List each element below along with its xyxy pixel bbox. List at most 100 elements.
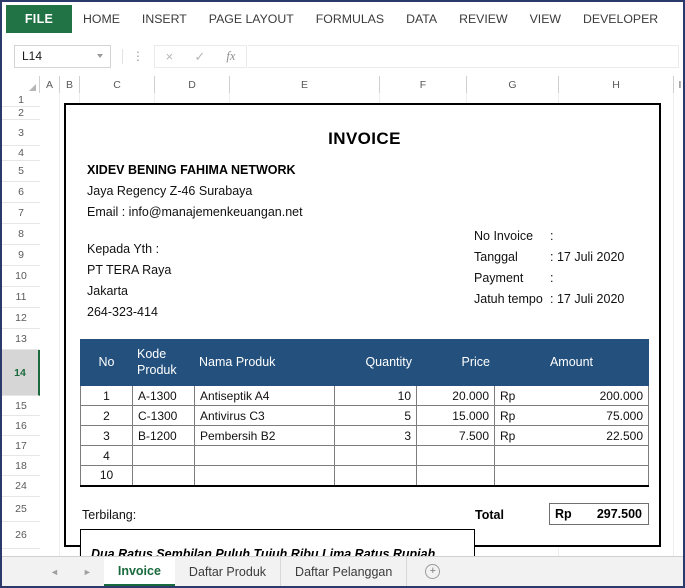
row-header-15[interactable]: 15 — [2, 396, 40, 416]
sheet-tab-daftar-produk[interactable]: Daftar Produk — [175, 557, 282, 586]
col-header-kode-produk[interactable]: Kode Produk — [132, 339, 195, 386]
row-header-6[interactable]: 6 — [2, 182, 40, 203]
table-row[interactable]: 2 C-1300 Antivirus C3 5 15.000 Rp 75.000 — [80, 405, 649, 426]
cell-quantity[interactable]: 3 — [334, 425, 417, 446]
ribbon-tab-file[interactable]: FILE — [6, 5, 72, 33]
ribbon-tab-home[interactable]: HOME — [72, 2, 131, 36]
row-header-10[interactable]: 10 — [2, 266, 40, 287]
cell-no[interactable]: 4 — [80, 445, 133, 466]
cell-kode[interactable]: A-1300 — [132, 385, 195, 406]
next-sheet-icon[interactable]: ► — [71, 567, 104, 577]
cell-kode[interactable]: C-1300 — [132, 405, 195, 426]
cell-currency[interactable]: Rp — [494, 385, 572, 406]
row-header-11[interactable]: 11 — [2, 287, 40, 308]
ribbon-tab-developer[interactable]: DEVELOPER — [572, 2, 669, 36]
row-header-8[interactable]: 8 — [2, 224, 40, 245]
table-row[interactable]: 4 — [80, 445, 649, 466]
total-value-box[interactable]: Rp 297.500 — [549, 503, 649, 525]
more-options-icon[interactable]: ⋮ — [132, 49, 144, 63]
table-row[interactable]: 3 B-1200 Pembersih B2 3 7.500 Rp 22.500 — [80, 425, 649, 446]
cell-nama[interactable]: Antiseptik A4 — [194, 385, 335, 406]
confirm-icon[interactable]: ✓ — [194, 50, 205, 63]
row-header-17[interactable]: 17 — [2, 436, 40, 456]
cell-nama[interactable] — [194, 465, 335, 487]
cell-quantity[interactable]: 5 — [334, 405, 417, 426]
row-header-12[interactable]: 12 — [2, 308, 40, 329]
cell-currency[interactable] — [494, 445, 572, 466]
cell-amount[interactable] — [571, 465, 649, 487]
cell-price[interactable] — [416, 465, 495, 487]
row-header-18[interactable]: 18 — [2, 456, 40, 476]
cell-quantity[interactable] — [334, 465, 417, 487]
row-header-1[interactable]: 1 — [2, 93, 40, 107]
col-header-quantity[interactable]: Quantity — [334, 339, 417, 386]
column-header-h[interactable]: H — [559, 76, 674, 93]
row-header-14[interactable]: 14 — [2, 350, 40, 396]
cell-kode[interactable] — [132, 465, 195, 487]
ribbon-tab-data[interactable]: DATA — [395, 2, 448, 36]
ribbon-tab-review[interactable]: REVIEW — [448, 2, 519, 36]
ribbon-tab-view[interactable]: VIEW — [519, 2, 572, 36]
table-row[interactable]: 1 A-1300 Antiseptik A4 10 20.000 Rp 200.… — [80, 385, 649, 406]
worksheet-grid[interactable]: INVOICE XIDEV BENING FAHIMA NETWORK Jaya… — [40, 93, 683, 557]
cell-currency[interactable]: Rp — [494, 425, 572, 446]
row-header-24[interactable]: 24 — [2, 476, 40, 497]
sheet-tab-daftar-pelanggan[interactable]: Daftar Pelanggan — [281, 557, 408, 586]
cell-quantity[interactable] — [334, 445, 417, 466]
ribbon-tab-insert[interactable]: INSERT — [131, 2, 198, 36]
column-header-e[interactable]: E — [230, 76, 380, 93]
cell-price[interactable]: 15.000 — [416, 405, 495, 426]
row-header-2[interactable]: 2 — [2, 107, 40, 120]
column-header-b[interactable]: B — [60, 76, 80, 93]
column-header-g[interactable]: G — [467, 76, 559, 93]
row-header-9[interactable]: 9 — [2, 245, 40, 266]
cell-price[interactable]: 20.000 — [416, 385, 495, 406]
table-row[interactable]: 10 — [80, 465, 649, 487]
cell-nama[interactable] — [194, 445, 335, 466]
column-header-a[interactable]: A — [40, 76, 60, 93]
prev-sheet-icon[interactable]: ◄ — [38, 567, 71, 577]
cell-no[interactable]: 3 — [80, 425, 133, 446]
col-header-amount[interactable]: Amount — [494, 339, 649, 386]
cell-quantity[interactable]: 10 — [334, 385, 417, 406]
cell-nama[interactable]: Pembersih B2 — [194, 425, 335, 446]
column-header-i[interactable]: I — [674, 76, 683, 93]
row-header-7[interactable]: 7 — [2, 203, 40, 224]
col-header-nama-produk[interactable]: Nama Produk — [194, 339, 335, 386]
column-header-c[interactable]: C — [80, 76, 155, 93]
col-header-no[interactable]: No — [80, 339, 133, 386]
name-box[interactable]: L14 — [14, 44, 111, 68]
cell-nama[interactable]: Antivirus C3 — [194, 405, 335, 426]
select-all-corner[interactable] — [2, 76, 40, 93]
row-header-25[interactable]: 25 — [2, 497, 40, 522]
cell-amount[interactable]: 200.000 — [571, 385, 649, 406]
row-header-13[interactable]: 13 — [2, 329, 40, 350]
cell-no[interactable]: 2 — [80, 405, 133, 426]
cell-amount[interactable]: 22.500 — [571, 425, 649, 446]
column-header-f[interactable]: F — [380, 76, 467, 93]
row-header-4[interactable]: 4 — [2, 146, 40, 161]
cell-currency[interactable] — [494, 465, 572, 487]
cell-price[interactable]: 7.500 — [416, 425, 495, 446]
row-header-3[interactable]: 3 — [2, 120, 40, 146]
cell-no[interactable]: 10 — [80, 465, 133, 487]
cell-price[interactable] — [416, 445, 495, 466]
insert-function-icon[interactable]: fx — [226, 50, 235, 63]
terbilang-box[interactable]: Dua Ratus Sembilan Puluh Tujuh Ribu Lima… — [80, 529, 475, 557]
cell-amount[interactable]: 75.000 — [571, 405, 649, 426]
cell-kode[interactable]: B-1200 — [132, 425, 195, 446]
sheet-tab-invoice[interactable]: Invoice — [103, 557, 175, 586]
cell-amount[interactable] — [571, 445, 649, 466]
ribbon-tab-formulas[interactable]: FORMULAS — [305, 2, 395, 36]
column-header-d[interactable]: D — [155, 76, 230, 93]
formula-input[interactable] — [248, 44, 679, 68]
cell-no[interactable]: 1 — [80, 385, 133, 406]
chevron-down-icon[interactable] — [97, 54, 103, 58]
row-header-16[interactable]: 16 — [2, 416, 40, 436]
col-header-price[interactable]: Price — [416, 339, 495, 386]
cell-currency[interactable]: Rp — [494, 405, 572, 426]
ribbon-tab-page-layout[interactable]: PAGE LAYOUT — [198, 2, 305, 36]
row-header-5[interactable]: 5 — [2, 161, 40, 182]
row-header-26[interactable]: 26 — [2, 522, 40, 549]
cell-kode[interactable] — [132, 445, 195, 466]
